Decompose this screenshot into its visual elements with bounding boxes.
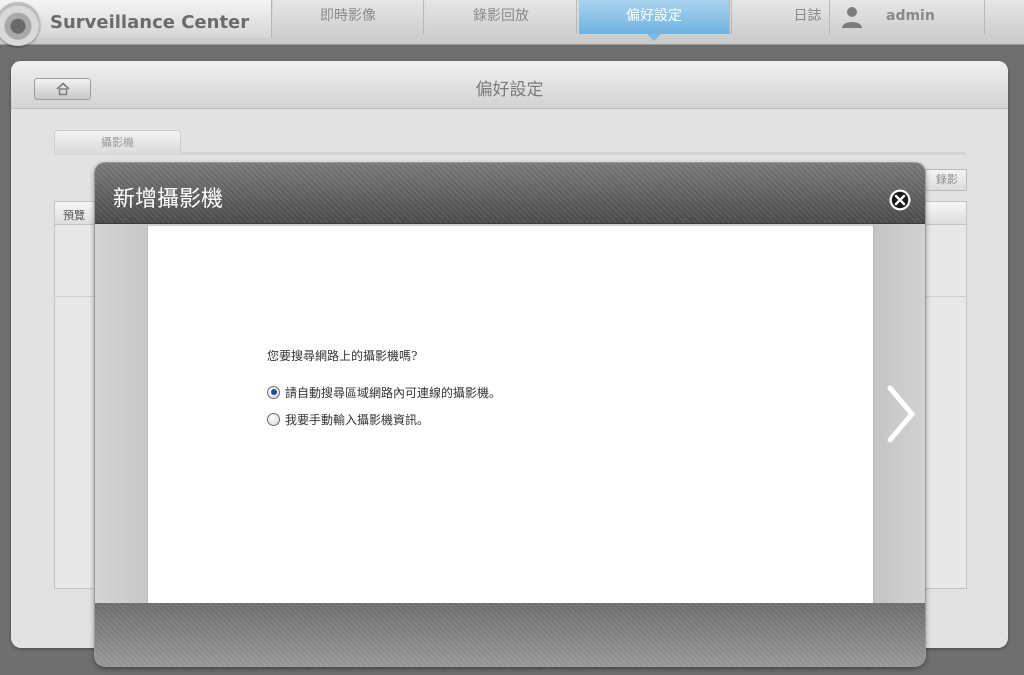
app-title: Surveillance Center [50, 12, 250, 33]
log-link[interactable]: 日誌 [786, 0, 830, 34]
nav-divider [731, 0, 732, 34]
user-icon [840, 5, 864, 29]
next-button[interactable] [882, 384, 918, 444]
panel-header: 偏好設定 [11, 61, 1008, 109]
dialog-title: 新增攝影機 [113, 187, 224, 212]
option-label: 請自動搜尋區域網路內可連線的攝影機。 [285, 385, 502, 400]
tab-label: 偏好設定 [626, 8, 682, 24]
dialog-body: 您要搜尋網路上的攝影機嗎? 請自動搜尋區域網路內可連線的攝影機。 我要手動輸入攝… [95, 224, 925, 603]
radio-auto-search[interactable] [267, 385, 280, 399]
column-preview: 預覽 [63, 209, 85, 222]
log-label: 日誌 [793, 8, 822, 24]
option-auto-search[interactable]: 請自動搜尋區域網路內可連線的攝影機。 [267, 384, 501, 400]
top-bar: Surveillance Center 即時影像 錄影回放 偏好設定 日誌 ad… [0, 0, 1024, 46]
wizard-content: 您要搜尋網路上的攝影機嗎? 請自動搜尋區域網路內可連線的攝影機。 我要手動輸入攝… [148, 226, 873, 603]
tab-playback[interactable]: 錄影回放 [425, 0, 577, 34]
tab-cameras[interactable]: 攝影機 [54, 130, 181, 155]
dialog-header: 新增攝影機 [95, 163, 925, 224]
tab-label: 錄影回放 [473, 8, 529, 24]
tab-live-view[interactable]: 即時影像 [272, 0, 424, 34]
left-gutter [95, 224, 148, 603]
tab-preferences[interactable]: 偏好設定 [578, 0, 730, 41]
camera-icon [0, 2, 40, 46]
close-circle-icon [889, 189, 911, 211]
close-button[interactable] [889, 189, 911, 211]
right-gutter [873, 224, 925, 603]
radio-manual-entry[interactable] [267, 412, 280, 426]
brand: Surveillance Center [0, 0, 272, 46]
sub-tab-label: 攝影機 [101, 136, 134, 149]
chevron-right-icon [887, 385, 915, 443]
record-label: 錄影 [936, 173, 958, 186]
search-question: 您要搜尋網路上的攝影機嗎? [267, 349, 418, 363]
username[interactable]: admin [886, 8, 935, 24]
option-manual-entry[interactable]: 我要手動輸入攝影機資訊。 [267, 411, 429, 427]
add-camera-dialog: 新增攝影機 您要搜尋網路上的攝影機嗎? 請自動搜尋區域網路內可連線的攝影機。 我… [95, 163, 925, 666]
sub-tab-divider [181, 152, 966, 155]
record-button[interactable]: 錄影 [919, 169, 967, 191]
option-label: 我要手動輸入攝影機資訊。 [285, 412, 430, 427]
tab-label: 即時影像 [320, 8, 376, 24]
dialog-footer [95, 603, 925, 666]
nav-divider [984, 0, 985, 34]
page-title: 偏好設定 [475, 80, 544, 100]
